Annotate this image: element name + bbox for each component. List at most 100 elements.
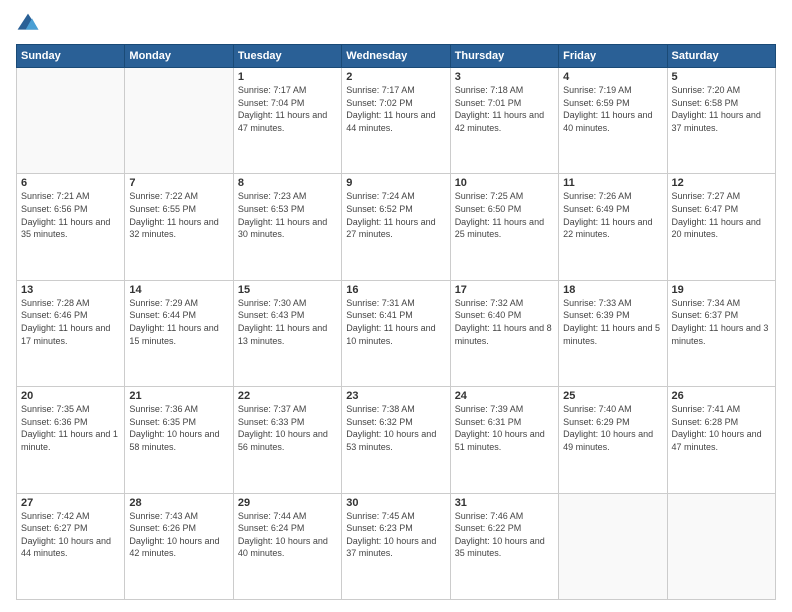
- day-info: Sunrise: 7:23 AM Sunset: 6:53 PM Dayligh…: [238, 190, 337, 240]
- weekday-header-monday: Monday: [125, 45, 233, 68]
- calendar-cell: 1Sunrise: 7:17 AM Sunset: 7:04 PM Daylig…: [233, 68, 341, 174]
- calendar-cell: 6Sunrise: 7:21 AM Sunset: 6:56 PM Daylig…: [17, 174, 125, 280]
- calendar-cell: 22Sunrise: 7:37 AM Sunset: 6:33 PM Dayli…: [233, 387, 341, 493]
- day-info: Sunrise: 7:26 AM Sunset: 6:49 PM Dayligh…: [563, 190, 662, 240]
- calendar-cell: 23Sunrise: 7:38 AM Sunset: 6:32 PM Dayli…: [342, 387, 450, 493]
- logo-icon: [16, 12, 40, 36]
- day-number: 27: [21, 497, 120, 509]
- day-number: 6: [21, 177, 120, 189]
- day-number: 28: [129, 497, 228, 509]
- calendar-cell: 11Sunrise: 7:26 AM Sunset: 6:49 PM Dayli…: [559, 174, 667, 280]
- calendar-cell: 5Sunrise: 7:20 AM Sunset: 6:58 PM Daylig…: [667, 68, 775, 174]
- calendar-cell: 24Sunrise: 7:39 AM Sunset: 6:31 PM Dayli…: [450, 387, 558, 493]
- calendar-week-row: 6Sunrise: 7:21 AM Sunset: 6:56 PM Daylig…: [17, 174, 776, 280]
- calendar-cell: 21Sunrise: 7:36 AM Sunset: 6:35 PM Dayli…: [125, 387, 233, 493]
- calendar-header-row: SundayMondayTuesdayWednesdayThursdayFrid…: [17, 45, 776, 68]
- calendar-cell: [17, 68, 125, 174]
- calendar-cell: 8Sunrise: 7:23 AM Sunset: 6:53 PM Daylig…: [233, 174, 341, 280]
- calendar-cell: 25Sunrise: 7:40 AM Sunset: 6:29 PM Dayli…: [559, 387, 667, 493]
- calendar-cell: 30Sunrise: 7:45 AM Sunset: 6:23 PM Dayli…: [342, 493, 450, 599]
- day-info: Sunrise: 7:24 AM Sunset: 6:52 PM Dayligh…: [346, 190, 445, 240]
- day-number: 9: [346, 177, 445, 189]
- day-info: Sunrise: 7:41 AM Sunset: 6:28 PM Dayligh…: [672, 403, 771, 453]
- day-info: Sunrise: 7:30 AM Sunset: 6:43 PM Dayligh…: [238, 297, 337, 347]
- day-info: Sunrise: 7:18 AM Sunset: 7:01 PM Dayligh…: [455, 84, 554, 134]
- day-info: Sunrise: 7:27 AM Sunset: 6:47 PM Dayligh…: [672, 190, 771, 240]
- day-number: 19: [672, 284, 771, 296]
- calendar-cell: 27Sunrise: 7:42 AM Sunset: 6:27 PM Dayli…: [17, 493, 125, 599]
- day-number: 10: [455, 177, 554, 189]
- weekday-header-wednesday: Wednesday: [342, 45, 450, 68]
- calendar-cell: 18Sunrise: 7:33 AM Sunset: 6:39 PM Dayli…: [559, 280, 667, 386]
- day-number: 15: [238, 284, 337, 296]
- weekday-header-friday: Friday: [559, 45, 667, 68]
- day-info: Sunrise: 7:44 AM Sunset: 6:24 PM Dayligh…: [238, 510, 337, 560]
- calendar-cell: 2Sunrise: 7:17 AM Sunset: 7:02 PM Daylig…: [342, 68, 450, 174]
- calendar-cell: 29Sunrise: 7:44 AM Sunset: 6:24 PM Dayli…: [233, 493, 341, 599]
- day-info: Sunrise: 7:32 AM Sunset: 6:40 PM Dayligh…: [455, 297, 554, 347]
- day-number: 17: [455, 284, 554, 296]
- day-number: 22: [238, 390, 337, 402]
- day-number: 30: [346, 497, 445, 509]
- day-info: Sunrise: 7:34 AM Sunset: 6:37 PM Dayligh…: [672, 297, 771, 347]
- day-number: 31: [455, 497, 554, 509]
- day-number: 3: [455, 71, 554, 83]
- day-number: 12: [672, 177, 771, 189]
- calendar-cell: 12Sunrise: 7:27 AM Sunset: 6:47 PM Dayli…: [667, 174, 775, 280]
- calendar-week-row: 13Sunrise: 7:28 AM Sunset: 6:46 PM Dayli…: [17, 280, 776, 386]
- day-info: Sunrise: 7:20 AM Sunset: 6:58 PM Dayligh…: [672, 84, 771, 134]
- weekday-header-thursday: Thursday: [450, 45, 558, 68]
- day-number: 8: [238, 177, 337, 189]
- day-info: Sunrise: 7:45 AM Sunset: 6:23 PM Dayligh…: [346, 510, 445, 560]
- day-info: Sunrise: 7:31 AM Sunset: 6:41 PM Dayligh…: [346, 297, 445, 347]
- calendar-cell: 3Sunrise: 7:18 AM Sunset: 7:01 PM Daylig…: [450, 68, 558, 174]
- calendar-cell: [559, 493, 667, 599]
- day-number: 4: [563, 71, 662, 83]
- calendar-week-row: 27Sunrise: 7:42 AM Sunset: 6:27 PM Dayli…: [17, 493, 776, 599]
- weekday-header-saturday: Saturday: [667, 45, 775, 68]
- day-info: Sunrise: 7:28 AM Sunset: 6:46 PM Dayligh…: [21, 297, 120, 347]
- calendar-cell: 14Sunrise: 7:29 AM Sunset: 6:44 PM Dayli…: [125, 280, 233, 386]
- day-number: 7: [129, 177, 228, 189]
- calendar-cell: 20Sunrise: 7:35 AM Sunset: 6:36 PM Dayli…: [17, 387, 125, 493]
- calendar-cell: 7Sunrise: 7:22 AM Sunset: 6:55 PM Daylig…: [125, 174, 233, 280]
- day-info: Sunrise: 7:38 AM Sunset: 6:32 PM Dayligh…: [346, 403, 445, 453]
- day-number: 21: [129, 390, 228, 402]
- calendar-cell: 13Sunrise: 7:28 AM Sunset: 6:46 PM Dayli…: [17, 280, 125, 386]
- header: [16, 12, 776, 36]
- day-number: 29: [238, 497, 337, 509]
- calendar-cell: 19Sunrise: 7:34 AM Sunset: 6:37 PM Dayli…: [667, 280, 775, 386]
- calendar-cell: 16Sunrise: 7:31 AM Sunset: 6:41 PM Dayli…: [342, 280, 450, 386]
- day-info: Sunrise: 7:40 AM Sunset: 6:29 PM Dayligh…: [563, 403, 662, 453]
- day-number: 26: [672, 390, 771, 402]
- calendar-week-row: 1Sunrise: 7:17 AM Sunset: 7:04 PM Daylig…: [17, 68, 776, 174]
- logo: [16, 12, 44, 36]
- day-info: Sunrise: 7:17 AM Sunset: 7:02 PM Dayligh…: [346, 84, 445, 134]
- weekday-header-tuesday: Tuesday: [233, 45, 341, 68]
- day-info: Sunrise: 7:37 AM Sunset: 6:33 PM Dayligh…: [238, 403, 337, 453]
- calendar-cell: [667, 493, 775, 599]
- day-number: 2: [346, 71, 445, 83]
- day-info: Sunrise: 7:42 AM Sunset: 6:27 PM Dayligh…: [21, 510, 120, 560]
- day-number: 13: [21, 284, 120, 296]
- day-number: 24: [455, 390, 554, 402]
- day-info: Sunrise: 7:36 AM Sunset: 6:35 PM Dayligh…: [129, 403, 228, 453]
- day-info: Sunrise: 7:19 AM Sunset: 6:59 PM Dayligh…: [563, 84, 662, 134]
- day-number: 14: [129, 284, 228, 296]
- day-number: 11: [563, 177, 662, 189]
- calendar-cell: 4Sunrise: 7:19 AM Sunset: 6:59 PM Daylig…: [559, 68, 667, 174]
- day-number: 16: [346, 284, 445, 296]
- day-info: Sunrise: 7:25 AM Sunset: 6:50 PM Dayligh…: [455, 190, 554, 240]
- day-number: 23: [346, 390, 445, 402]
- day-number: 1: [238, 71, 337, 83]
- day-info: Sunrise: 7:43 AM Sunset: 6:26 PM Dayligh…: [129, 510, 228, 560]
- day-info: Sunrise: 7:46 AM Sunset: 6:22 PM Dayligh…: [455, 510, 554, 560]
- day-number: 25: [563, 390, 662, 402]
- page: SundayMondayTuesdayWednesdayThursdayFrid…: [0, 0, 792, 612]
- day-info: Sunrise: 7:17 AM Sunset: 7:04 PM Dayligh…: [238, 84, 337, 134]
- weekday-header-sunday: Sunday: [17, 45, 125, 68]
- day-number: 20: [21, 390, 120, 402]
- calendar-cell: 15Sunrise: 7:30 AM Sunset: 6:43 PM Dayli…: [233, 280, 341, 386]
- day-info: Sunrise: 7:35 AM Sunset: 6:36 PM Dayligh…: [21, 403, 120, 453]
- calendar-table: SundayMondayTuesdayWednesdayThursdayFrid…: [16, 44, 776, 600]
